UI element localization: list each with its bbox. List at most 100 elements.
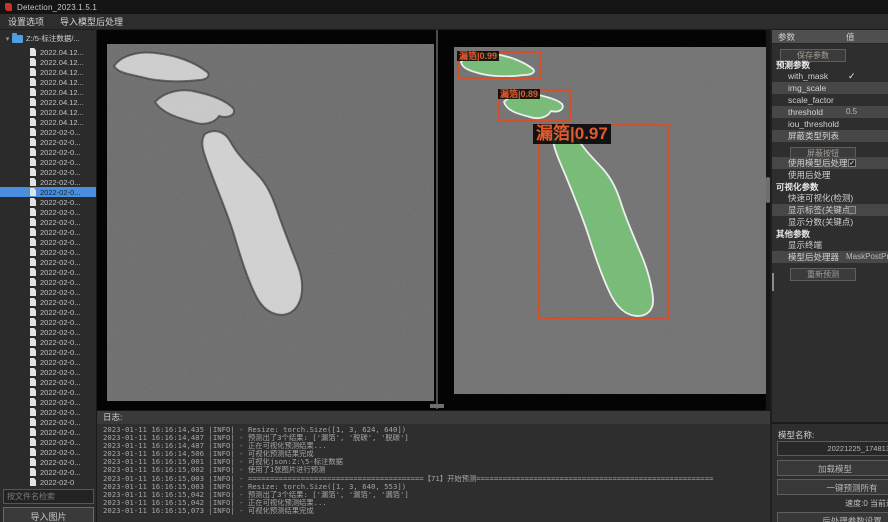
tree-file-item[interactable]: 2022.04.12... bbox=[0, 87, 97, 97]
tree-file-item[interactable]: 2022-02-0... bbox=[0, 277, 97, 287]
tree-file-item[interactable]: 2022-02-0... bbox=[0, 307, 97, 317]
file-icon bbox=[30, 468, 36, 476]
tree-file-item[interactable]: 2022-02-0... bbox=[0, 257, 97, 267]
detection-label: 漏箔|0.97 bbox=[533, 124, 611, 144]
tree-file-item[interactable]: 2022-02-0... bbox=[0, 237, 97, 247]
tree-file-item[interactable]: 2022-02-0... bbox=[0, 437, 97, 447]
prediction-image-panel[interactable]: 漏箔|0.99 漏箔|0.89 漏箔|0.97 bbox=[454, 47, 767, 394]
param-row[interactable]: 显示分数(关键点) bbox=[772, 216, 888, 228]
param-row[interactable]: 显示终端 bbox=[772, 239, 888, 251]
param-value[interactable]: 0.5 bbox=[846, 106, 857, 118]
tree-file-item[interactable]: 2022-02-0... bbox=[0, 337, 97, 347]
checkbox-checked[interactable]: ✓ bbox=[848, 159, 856, 167]
param-row[interactable]: with_mask ✓ bbox=[772, 70, 888, 82]
params-scrollbar-handle[interactable] bbox=[772, 273, 774, 291]
tree-file-item[interactable]: 2022-02-0... bbox=[0, 457, 97, 467]
raw-image bbox=[107, 44, 434, 401]
search-input[interactable] bbox=[3, 489, 94, 504]
tree-file-item[interactable]: 2022-02-0... bbox=[0, 137, 97, 147]
log-line: 2023-01-11 16:16:15,002 |INFO| - 使用了1张图片… bbox=[103, 466, 770, 474]
menu-item-settings[interactable]: 设置选项 bbox=[0, 14, 52, 30]
file-icon bbox=[30, 278, 36, 286]
param-row[interactable]: threshold0.5 bbox=[772, 106, 888, 118]
tree-file-item[interactable]: 2022-02-0... bbox=[0, 197, 97, 207]
tree-file-item[interactable]: 2022-02-0... bbox=[0, 167, 97, 177]
checkmark-icon[interactable]: ✓ bbox=[848, 70, 856, 82]
tree-file-item[interactable]: 2022.04.12... bbox=[0, 57, 97, 67]
tree-file-item[interactable]: 2022.04.12... bbox=[0, 117, 97, 127]
menu-item-import-postprocess[interactable]: 导入模型后处理 bbox=[52, 14, 131, 30]
tree-file-item[interactable]: 2022-02-0... bbox=[0, 417, 97, 427]
tree-file-item[interactable]: 2022-02-0... bbox=[0, 287, 97, 297]
tree-file-item[interactable]: 2022.04.12... bbox=[0, 107, 97, 117]
param-action-button[interactable]: 重新预测 bbox=[790, 268, 856, 281]
param-row[interactable]: 模型后处理器MaskPostPro bbox=[772, 251, 888, 263]
file-icon bbox=[30, 218, 36, 226]
tree-file-item[interactable]: 2022-02-0... bbox=[0, 227, 97, 237]
tree-file-item[interactable]: 2022-02-0... bbox=[0, 357, 97, 367]
image-splitter[interactable] bbox=[436, 30, 438, 409]
tree-file-label: 2022-02-0... bbox=[40, 218, 80, 227]
tree-file-item[interactable]: 2022-02-0... bbox=[0, 187, 97, 197]
model-name-field[interactable]: 20221225_174813 bbox=[777, 441, 888, 456]
tree-file-item[interactable]: 2022-02-0... bbox=[0, 217, 97, 227]
tree-file-label: 2022.04.12... bbox=[40, 98, 84, 107]
param-row[interactable]: 显示标签(关键点) bbox=[772, 204, 888, 216]
checkbox-empty[interactable] bbox=[848, 206, 856, 214]
chevron-down-icon[interactable]: ▾ bbox=[3, 35, 12, 43]
tree-file-label: 2022-02-0... bbox=[40, 458, 80, 467]
tree-file-item[interactable]: 2022.04.12... bbox=[0, 47, 97, 57]
param-row[interactable]: 快速可视化(检测) bbox=[772, 192, 888, 204]
file-icon bbox=[30, 258, 36, 266]
param-row[interactable]: 使用后处理 bbox=[772, 169, 888, 181]
tree-file-item[interactable]: 2022-02-0... bbox=[0, 247, 97, 257]
tree-file-item[interactable]: 2022-02-0... bbox=[0, 347, 97, 357]
tree-file-item[interactable]: 2022-02-0 bbox=[0, 477, 97, 487]
tree-file-item[interactable]: 2022.04.12... bbox=[0, 67, 97, 77]
param-row[interactable]: iou_threshold bbox=[772, 118, 888, 130]
import-images-button[interactable]: 导入图片 bbox=[3, 507, 94, 522]
tree-file-item[interactable]: 2022-02-0... bbox=[0, 157, 97, 167]
tree-file-item[interactable]: 2022-02-0... bbox=[0, 467, 97, 477]
tree-file-item[interactable]: 2022.04.12... bbox=[0, 97, 97, 107]
file-icon bbox=[30, 208, 36, 216]
tree-file-item[interactable]: 2022-02-0... bbox=[0, 147, 97, 157]
file-icon bbox=[30, 428, 36, 436]
tree-file-label: 2022-02-0... bbox=[40, 208, 80, 217]
tree-file-item[interactable]: 2022-02-0... bbox=[0, 447, 97, 457]
tree-file-item[interactable]: 2022-02-0... bbox=[0, 407, 97, 417]
image-splitter-handle[interactable] bbox=[430, 404, 444, 408]
tree-file-item[interactable]: 2022-02-0... bbox=[0, 297, 97, 307]
tree-file-label: 2022-02-0... bbox=[40, 168, 80, 177]
raw-image-panel[interactable] bbox=[107, 44, 434, 401]
tree-file-item[interactable]: 2022-02-0... bbox=[0, 327, 97, 337]
tree-file-item[interactable]: 2022-02-0... bbox=[0, 207, 97, 217]
tree-file-item[interactable]: 2022-02-0... bbox=[0, 317, 97, 327]
tree-root-folder[interactable]: ▾ Z:/5-标注数据/... bbox=[0, 33, 97, 44]
tree-file-item[interactable]: 2022-02-0... bbox=[0, 377, 97, 387]
predict-all-button[interactable]: 一键预测所有 bbox=[777, 479, 888, 495]
load-model-button[interactable]: 加载模型 bbox=[777, 460, 888, 476]
tree-file-item[interactable]: 2022-02-0... bbox=[0, 127, 97, 137]
tree-file-item[interactable]: 2022-02-0... bbox=[0, 367, 97, 377]
tree-file-item[interactable]: 2022-02-0... bbox=[0, 397, 97, 407]
param-row[interactable]: 使用模型后处理✓ bbox=[772, 157, 888, 169]
title-bar: Detection_2023.1.5.1 bbox=[0, 0, 888, 14]
tree-file-item[interactable]: 2022-02-0... bbox=[0, 427, 97, 437]
tree-file-item[interactable]: 2022.04.12... bbox=[0, 77, 97, 87]
tree-file-item[interactable]: 2022-02-0... bbox=[0, 177, 97, 187]
postprocess-params-button[interactable]: 后处理参数设置 bbox=[777, 512, 888, 522]
param-value[interactable]: MaskPostPro bbox=[846, 251, 888, 263]
file-icon bbox=[30, 408, 36, 416]
tree-file-item[interactable]: 2022-02-0... bbox=[0, 267, 97, 277]
param-row[interactable]: scale_factor bbox=[772, 94, 888, 106]
param-label: with_mask bbox=[788, 70, 828, 82]
param-row[interactable]: img_scale bbox=[772, 82, 888, 94]
file-icon bbox=[30, 298, 36, 306]
tree-file-label: 2022-02-0... bbox=[40, 178, 80, 187]
window-title: Detection_2023.1.5.1 bbox=[17, 3, 97, 12]
param-row[interactable]: 屏蔽类型列表 bbox=[772, 130, 888, 142]
file-icon bbox=[30, 308, 36, 316]
tree-file-item[interactable]: 2022-02-0... bbox=[0, 387, 97, 397]
menu-bar: 设置选项 导入模型后处理 bbox=[0, 14, 888, 30]
